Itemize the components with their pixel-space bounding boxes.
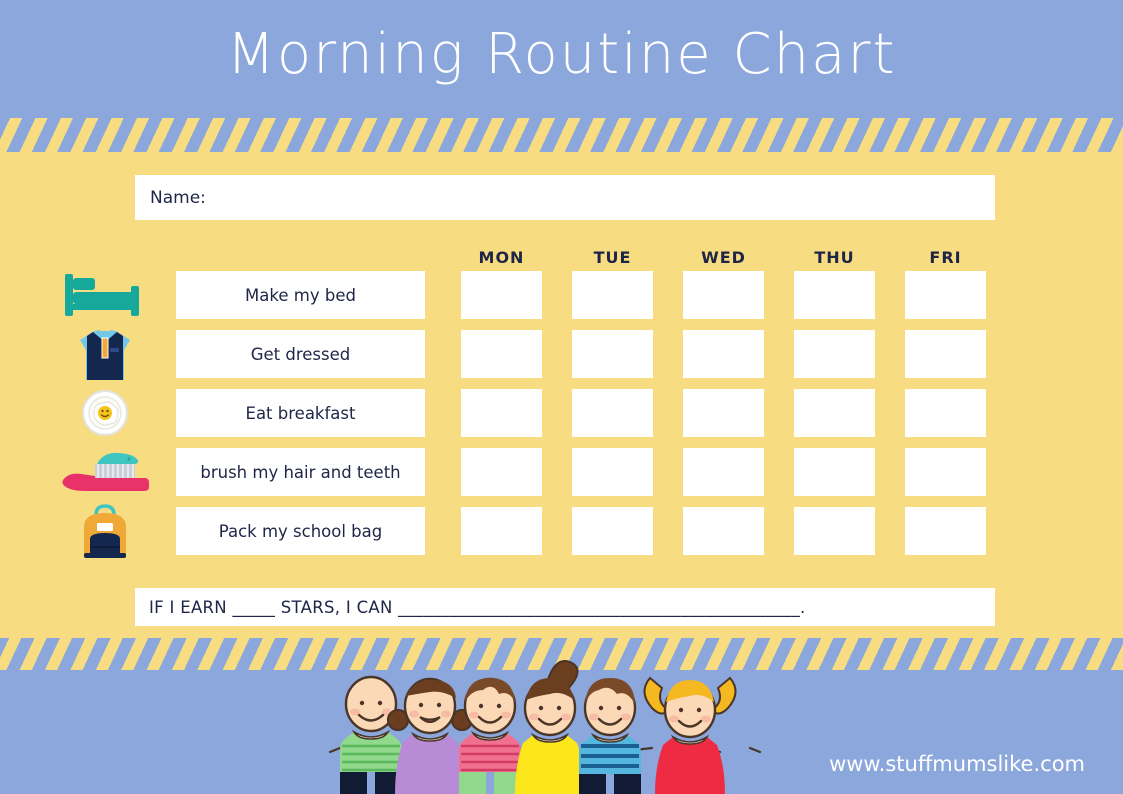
checkbox-cell[interactable] [794, 271, 875, 319]
task-row: brush my hair and teeth [0, 448, 1123, 496]
child-4 [515, 660, 585, 794]
task-row: Pack my school bag [0, 504, 1123, 558]
checkbox-cell[interactable] [572, 271, 653, 319]
checkbox-cell[interactable] [461, 330, 542, 378]
name-field[interactable]: Name: [135, 175, 995, 220]
checkbox-cell[interactable] [905, 271, 986, 319]
stripe-band-top [0, 118, 1123, 152]
checkbox-cell[interactable] [572, 389, 653, 437]
reward-text: IF I EARN _____ STARS, I CAN ___________… [149, 597, 806, 617]
task-label: Make my bed [245, 285, 356, 305]
checkbox-cell[interactable] [572, 330, 653, 378]
task-row: Eat breakfast [0, 389, 1123, 437]
chart-header: Morning Routine Chart [0, 0, 1123, 118]
checkbox-cell[interactable] [461, 271, 542, 319]
checkbox-cell[interactable] [572, 448, 653, 496]
checkbox-cell[interactable] [905, 507, 986, 555]
task-label: Get dressed [250, 344, 351, 364]
checkbox-cell[interactable] [794, 448, 875, 496]
checkbox-cell[interactable] [683, 389, 764, 437]
day-header-row: MON TUE WED THU FRI [0, 248, 1123, 270]
fried-egg-icon [55, 389, 155, 437]
checkbox-cell[interactable] [683, 330, 764, 378]
day-header-mon: MON [478, 248, 525, 267]
chart-footer: www.stuffmumslike.com [0, 660, 1123, 794]
checkbox-cell[interactable] [461, 507, 542, 555]
name-field-label: Name: [150, 187, 206, 208]
website-url[interactable]: www.stuffmumslike.com [829, 752, 1085, 776]
morning-routine-chart: Morning Routine Chart Name: MON TUE WED … [0, 0, 1123, 794]
reward-field[interactable]: IF I EARN _____ STARS, I CAN ___________… [135, 588, 995, 626]
bed-icon [55, 271, 155, 319]
checkbox-cell[interactable] [794, 389, 875, 437]
checkbox-cell[interactable] [683, 271, 764, 319]
task-label-box: Eat breakfast [176, 389, 425, 437]
task-row: Make my bed [0, 271, 1123, 319]
checkbox-cell[interactable] [683, 448, 764, 496]
day-header-fri: FRI [929, 248, 962, 267]
task-grid: Make my bed Get dressed Eat breakfast br… [0, 271, 1123, 566]
task-label-box: Get dressed [176, 330, 425, 378]
checkbox-cell[interactable] [461, 389, 542, 437]
task-label: brush my hair and teeth [200, 462, 401, 482]
backpack-icon [55, 504, 155, 558]
task-label: Eat breakfast [245, 403, 356, 423]
checkbox-cell[interactable] [794, 507, 875, 555]
child-5 [579, 678, 641, 794]
checkbox-cell[interactable] [572, 507, 653, 555]
task-label-box: Pack my school bag [176, 507, 425, 555]
checkbox-cell[interactable] [905, 448, 986, 496]
page-title: Morning Routine Chart [226, 22, 897, 87]
checkbox-cell[interactable] [905, 389, 986, 437]
checkbox-cell[interactable] [461, 448, 542, 496]
day-header-tue: TUE [593, 248, 632, 267]
checkbox-cell[interactable] [905, 330, 986, 378]
child-6 [643, 676, 737, 794]
child-1 [340, 675, 402, 794]
day-header-wed: WED [701, 248, 746, 267]
checkbox-cell[interactable] [683, 507, 764, 555]
task-label-box: Make my bed [176, 271, 425, 319]
task-label: Pack my school bag [218, 521, 383, 541]
child-3 [459, 677, 521, 794]
task-row: Get dressed [0, 330, 1123, 380]
task-label-box: brush my hair and teeth [176, 448, 425, 496]
toothbrush-icon [55, 448, 155, 496]
children-illustration [310, 660, 780, 794]
shirt-icon [55, 330, 155, 380]
day-header-thu: THU [814, 248, 855, 267]
checkbox-cell[interactable] [794, 330, 875, 378]
